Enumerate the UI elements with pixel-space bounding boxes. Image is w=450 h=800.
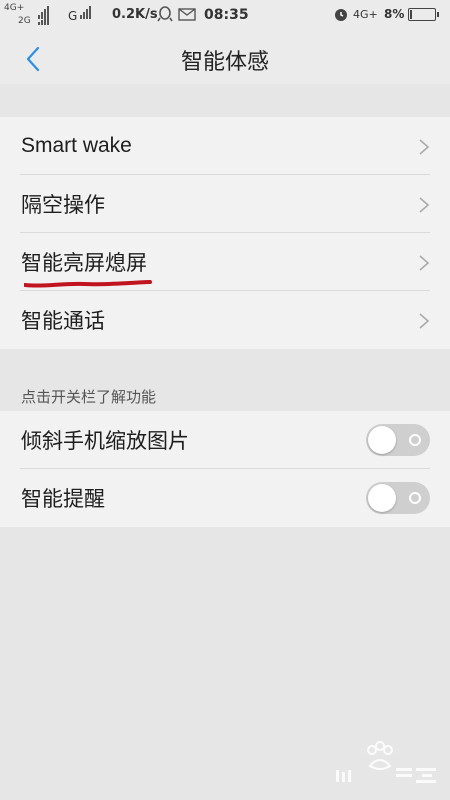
- network-type-1: 4G+: [4, 3, 25, 13]
- signal-icon-2: [38, 16, 49, 25]
- list-item-label: 智能提醒: [21, 488, 105, 511]
- baidu-watermark-logo: [336, 741, 436, 783]
- toggle-off-indicator-icon: [409, 492, 421, 504]
- list-item-label: 隔空操作: [21, 194, 105, 217]
- smart-reminder-toggle[interactable]: [366, 482, 430, 514]
- list-item-smart-wake[interactable]: Smart wake: [0, 117, 450, 175]
- battery-percent: 8%: [384, 7, 405, 21]
- carrier-label: G: [68, 9, 78, 23]
- section-label: 点击开关栏了解功能: [21, 388, 157, 406]
- toggle-knob: [368, 426, 396, 454]
- network-type-2: 2G: [18, 16, 31, 26]
- message-icon: [178, 8, 196, 25]
- battery-fill: [410, 10, 412, 19]
- list-item-label: 倾斜手机缩放图片: [21, 430, 189, 453]
- network-speed: 0.2K/s: [112, 7, 158, 22]
- annotation-underline: [24, 280, 152, 288]
- tilt-zoom-toggle[interactable]: [366, 424, 430, 456]
- battery-icon: [408, 8, 439, 21]
- list-item-air-gesture[interactable]: 隔空操作: [0, 175, 450, 233]
- list-item-label: Smart wake: [21, 134, 132, 157]
- chevron-right-icon: [419, 255, 430, 271]
- qq-icon: [157, 6, 173, 27]
- toggle-list: 倾斜手机缩放图片 智能提醒: [0, 411, 450, 527]
- list-item-label: 智能亮屏熄屏: [21, 252, 147, 275]
- toggle-knob: [368, 484, 396, 512]
- list-item-tilt-zoom[interactable]: 倾斜手机缩放图片: [0, 411, 450, 469]
- toggle-off-indicator-icon: [409, 434, 421, 446]
- header: 智能体感: [0, 32, 450, 84]
- status-bar: 4G+ 2G G 0.2K/s 08:35 4G+ 8%: [0, 0, 450, 32]
- chevron-right-icon: [419, 139, 430, 155]
- network-type-3: 4G+: [353, 8, 378, 21]
- feature-list: Smart wake 隔空操作 智能亮屏熄屏 智能通话: [0, 117, 450, 349]
- signal-icon-3: [80, 6, 91, 19]
- list-item-smart-call[interactable]: 智能通话: [0, 291, 450, 349]
- page-title: 智能体感: [180, 50, 269, 75]
- chevron-right-icon: [419, 197, 430, 213]
- chevron-right-icon: [419, 313, 430, 329]
- clock: 08:35: [204, 7, 249, 23]
- list-item-label: 智能通话: [21, 310, 105, 333]
- list-item-smart-reminder[interactable]: 智能提醒: [0, 469, 450, 527]
- alarm-icon: [333, 6, 349, 26]
